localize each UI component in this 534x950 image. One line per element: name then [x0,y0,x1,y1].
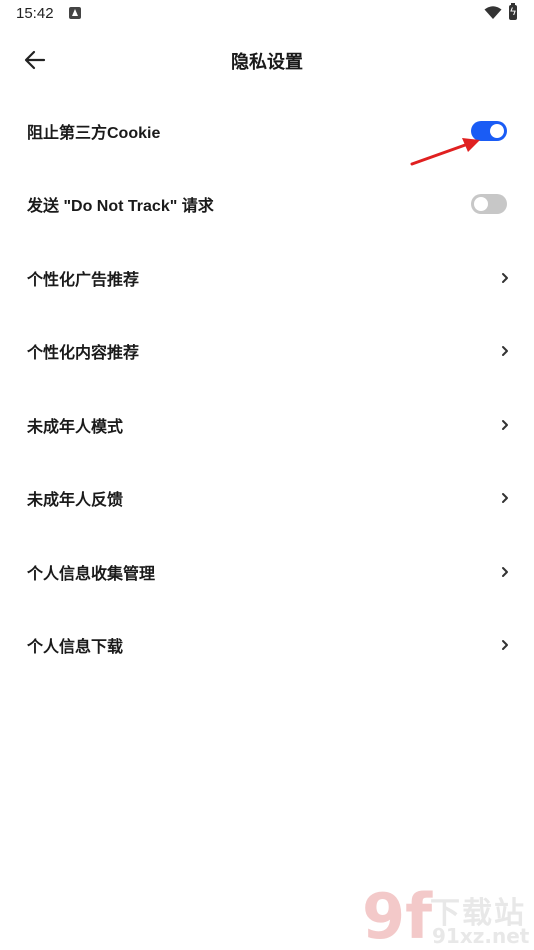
page-title: 隐私设置 [231,52,303,72]
setting-personal-info-download[interactable]: 个人信息下载 [0,609,534,683]
status-time: 15:42 [16,5,54,22]
setting-do-not-track[interactable]: 发送 "Do Not Track" 请求 [0,168,534,242]
setting-minor-mode[interactable]: 未成年人模式 [0,388,534,462]
svg-text:9f: 9f [362,880,433,950]
chevron-right-icon [502,566,508,577]
battery-charging-icon [509,3,517,20]
settings-list: 阻止第三方Cookie 发送 "Do Not Track" 请求 个性化广告推荐… [0,94,534,682]
setting-label: 个人信息下载 [27,639,124,657]
setting-label: 个人信息收集管理 [27,565,156,583]
setting-label: 个性化广告推荐 [27,271,140,289]
setting-label: 阻止第三方Cookie [27,124,161,142]
setting-label: 发送 "Do Not Track" 请求 [27,198,214,216]
toggle-knob [490,123,504,138]
status-bar: 15:42 [0,0,534,28]
chevron-right-icon [502,640,508,651]
toggle-knob [474,197,488,212]
setting-personalized-content[interactable]: 个性化内容推荐 [0,315,534,389]
chevron-right-icon [502,346,508,357]
setting-label: 个性化内容推荐 [27,345,140,363]
watermark-url: 91xz.net [432,924,530,948]
setting-label: 未成年人模式 [27,418,124,436]
setting-label: 未成年人反馈 [27,492,124,510]
annotation-arrow-icon [410,138,480,166]
chevron-right-icon [502,493,508,504]
setting-minor-feedback[interactable]: 未成年人反馈 [0,462,534,536]
notification-app-icon [69,7,81,19]
chevron-right-icon [502,272,508,283]
wifi-icon [484,6,502,19]
do-not-track-toggle[interactable] [471,194,507,215]
chevron-right-icon [502,419,508,430]
header-bar: 隐私设置 [0,36,534,84]
setting-personal-info-collection[interactable]: 个人信息收集管理 [0,535,534,609]
setting-personalized-ads[interactable]: 个性化广告推荐 [0,241,534,315]
